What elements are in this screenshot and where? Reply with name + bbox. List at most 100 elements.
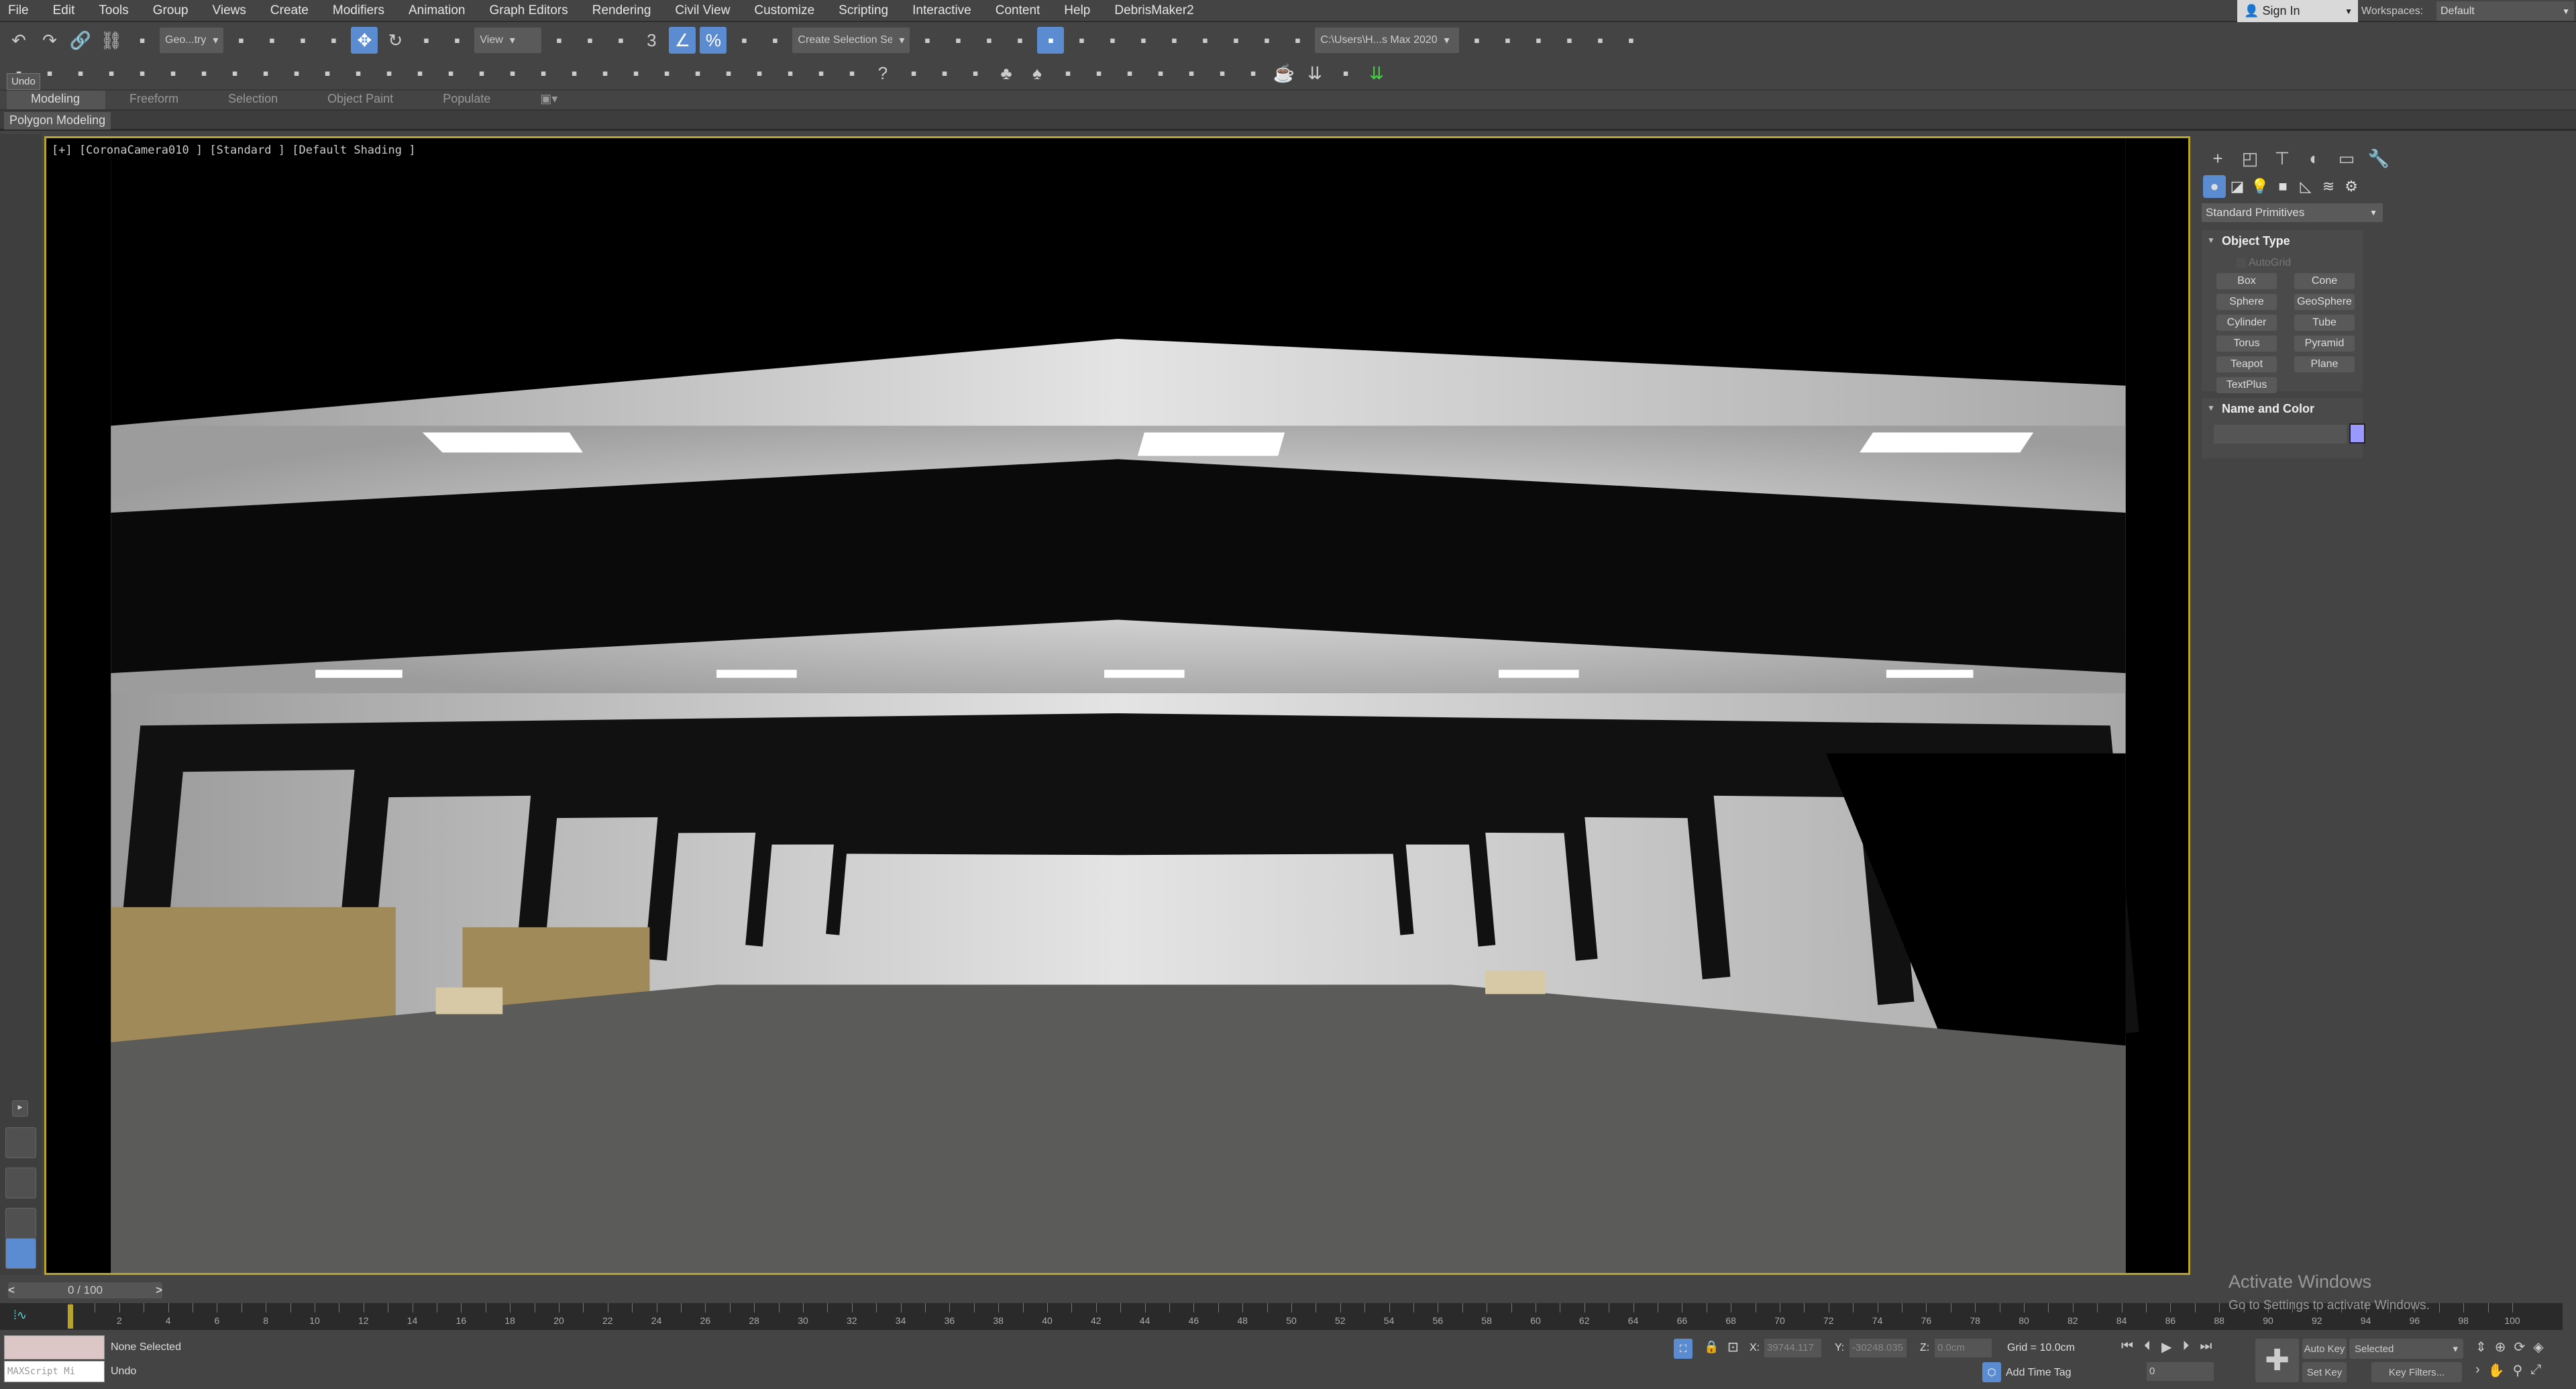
corona-interactive-icon[interactable]: ▪: [36, 60, 63, 87]
rotate-icon[interactable]: ▪: [1116, 60, 1143, 87]
viewport-label[interactable]: [+] [CoronaCamera010 ] [Standard ] [Defa…: [52, 144, 415, 157]
set-key-big-button[interactable]: ✚: [2255, 1339, 2299, 1382]
pin-icon[interactable]: ▪: [1332, 60, 1359, 87]
play-icon[interactable]: ▶: [2161, 1339, 2171, 1355]
field-of-view-icon[interactable]: ›: [2475, 1362, 2480, 1379]
object-type-header[interactable]: ▼ Object Type: [2202, 230, 2363, 253]
select-by-name-icon[interactable]: ▪: [258, 27, 285, 54]
project-folder-icon[interactable]: ▪: [1463, 27, 1490, 54]
ribbon-tab-populate[interactable]: Populate: [419, 91, 516, 109]
percent-snap-icon[interactable]: %: [700, 27, 727, 54]
motion-icon[interactable]: ◐: [2300, 144, 2329, 172]
teapot-icon[interactable]: ☕: [1271, 60, 1297, 87]
menu-modifiers[interactable]: Modifiers: [333, 3, 384, 18]
render-production-icon[interactable]: ▪: [1222, 27, 1249, 54]
add-brush-icon[interactable]: ▪: [1617, 27, 1644, 54]
corona-sphere-icon[interactable]: ▪: [345, 60, 372, 87]
prev-frame-icon[interactable]: <: [8, 1284, 15, 1297]
corona-pattern-icon[interactable]: ▪: [561, 60, 588, 87]
lights-icon[interactable]: 💡: [2249, 175, 2271, 198]
object-color-swatch[interactable]: [2349, 423, 2365, 444]
workspace-select[interactable]: Default ▼: [2436, 1, 2574, 21]
primitive-geosphere-button[interactable]: GeoSphere: [2294, 294, 2355, 310]
walk-icon[interactable]: ⚲: [2513, 1362, 2523, 1379]
key-filters-button[interactable]: Key Filters...: [2371, 1362, 2462, 1382]
utilities-icon[interactable]: 🔧: [2364, 144, 2394, 172]
camera-add-icon[interactable]: ▪: [1209, 60, 1236, 87]
display-icon[interactable]: ▭: [2332, 144, 2361, 172]
primitive-textplus-button[interactable]: TextPlus: [2216, 377, 2277, 393]
time-tag-icon[interactable]: ⬡: [1982, 1362, 2001, 1382]
curve-editor-icon[interactable]: ▪: [1068, 27, 1095, 54]
key-mode-dropdown[interactable]: Selected ▾: [2349, 1339, 2463, 1359]
create-icon[interactable]: +: [2203, 144, 2233, 172]
zoom-all-icon[interactable]: ⊕: [2495, 1339, 2506, 1355]
named-selection-dropdown[interactable]: Create Selection Se ▾: [792, 28, 910, 53]
menu-help[interactable]: Help: [1064, 3, 1090, 18]
select-object-icon[interactable]: ▪: [227, 27, 254, 54]
undo-icon[interactable]: ↶: [5, 27, 32, 54]
primitive-sphere-button[interactable]: Sphere: [2216, 294, 2277, 310]
corona-vfb-icon[interactable]: ▪: [67, 60, 94, 87]
menu-views[interactable]: Views: [213, 3, 246, 18]
double-chevron-green-icon[interactable]: ⇊: [1363, 60, 1390, 87]
select-scale-icon[interactable]: ▪: [413, 27, 439, 54]
add-time-tag-button[interactable]: Add Time Tag: [2006, 1367, 2072, 1379]
primitive-teapot-button[interactable]: Teapot: [2216, 356, 2277, 372]
bind-space-warp-icon[interactable]: ▪: [129, 27, 156, 54]
material-editor-icon[interactable]: ▪: [1130, 27, 1157, 54]
menu-file[interactable]: File: [8, 3, 29, 18]
railclone-icon[interactable]: ▪: [1085, 60, 1112, 87]
autogrid-checkbox[interactable]: AutoGrid: [2237, 257, 2291, 269]
menu-edit[interactable]: Edit: [53, 3, 75, 18]
primitive-torus-button[interactable]: Torus: [2216, 336, 2277, 352]
absolute-mode-icon[interactable]: ⊡: [1727, 1339, 1739, 1355]
corona-lightmix-icon[interactable]: ▪: [808, 60, 835, 87]
select-rotate-icon[interactable]: ↻: [382, 27, 409, 54]
primitive-tube-button[interactable]: Tube: [2294, 315, 2355, 331]
modify-icon[interactable]: ◰: [2235, 144, 2265, 172]
keyboard-shortcut-icon[interactable]: ▪: [607, 27, 634, 54]
menu-content[interactable]: Content: [996, 3, 1040, 18]
go-to-end-icon[interactable]: ⏭: [2200, 1339, 2212, 1355]
maximize-toggle-icon[interactable]: ⤢: [2530, 1362, 2541, 1379]
menu-civil-view[interactable]: Civil View: [675, 3, 730, 18]
auto-key-button[interactable]: Auto Key: [2302, 1339, 2347, 1359]
edit-named-selection-icon[interactable]: ▪: [761, 27, 788, 54]
next-frame-icon[interactable]: >: [156, 1284, 162, 1297]
set-key-button[interactable]: Set Key: [2302, 1362, 2347, 1382]
track-bar[interactable]: 0246810121416182022242628303234363840424…: [0, 1303, 2563, 1330]
menu-group[interactable]: Group: [153, 3, 189, 18]
zoom-icon[interactable]: ⇕: [2475, 1339, 2487, 1355]
shapes-icon[interactable]: ◪: [2226, 175, 2249, 198]
corona-volume-icon[interactable]: ▪: [499, 60, 526, 87]
corona-settings-icon[interactable]: ▪: [98, 60, 125, 87]
current-frame-spinner[interactable]: 0: [2147, 1362, 2214, 1381]
camera-target-icon[interactable]: ▪: [962, 60, 989, 87]
menu-interactive[interactable]: Interactive: [912, 3, 971, 18]
corona-proxy-icon[interactable]: ▪: [252, 60, 279, 87]
ribbon-options-icon[interactable]: ▣▾: [516, 91, 583, 109]
primitive-cylinder-button[interactable]: Cylinder: [2216, 315, 2277, 331]
sun-positioner-icon[interactable]: ▪: [931, 60, 958, 87]
corona-displacement-icon[interactable]: ▪: [592, 60, 619, 87]
menu-animation[interactable]: Animation: [409, 3, 466, 18]
select-place-icon[interactable]: ▪: [443, 27, 470, 54]
corona-layer-icon[interactable]: ▪: [839, 60, 865, 87]
menu-graph-editors[interactable]: Graph Editors: [490, 3, 568, 18]
menu-tools[interactable]: Tools: [99, 3, 128, 18]
render-cloud-icon[interactable]: ▪: [1284, 27, 1311, 54]
ribbon-tab-selection[interactable]: Selection: [204, 91, 303, 109]
go-to-start-icon[interactable]: ⏮: [2121, 1339, 2133, 1355]
corona-sphere-gloss-icon[interactable]: ▪: [746, 60, 773, 87]
paint-brush-icon[interactable]: ▪: [1587, 27, 1613, 54]
maxscript-output[interactable]: [4, 1335, 105, 1359]
corona-sun-icon[interactable]: ▪: [221, 60, 248, 87]
object-name-input[interactable]: [2214, 425, 2347, 444]
selection-lock-icon[interactable]: 🔒: [1704, 1340, 1719, 1354]
primitive-box-button[interactable]: Box: [2216, 273, 2277, 289]
redo-icon[interactable]: ↷: [36, 27, 63, 54]
corona-camera-icon[interactable]: ▪: [191, 60, 217, 87]
corona-chaos-scatter-icon[interactable]: ▪: [623, 60, 649, 87]
systems-icon[interactable]: ⚙: [2340, 175, 2363, 198]
